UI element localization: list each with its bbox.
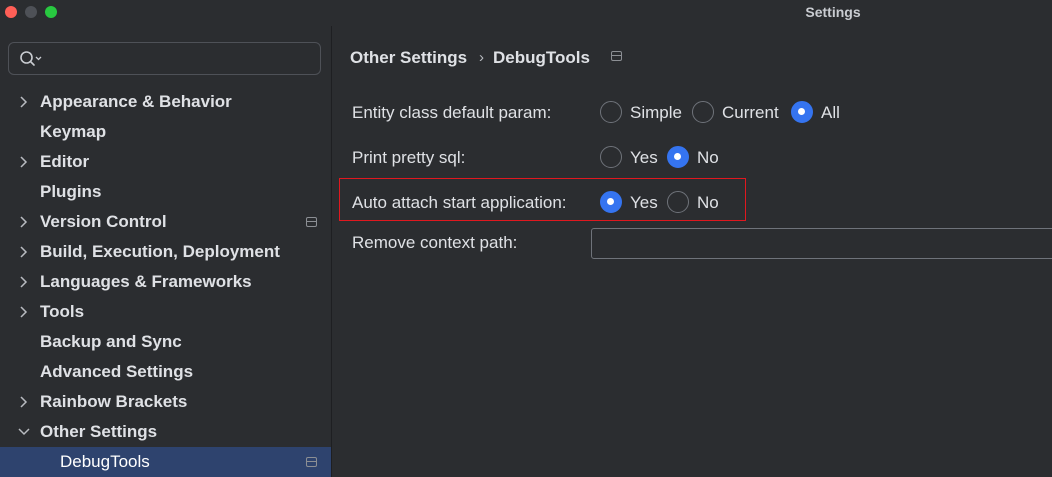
breadcrumb-current: DebugTools [493,48,590,67]
settings-sidebar: Appearance & Behavior Keymap Editor Plugins… [0,26,331,477]
sidebar-item-label: Editor [40,152,90,171]
entity-param-simple-radio[interactable] [600,101,622,123]
print-sql-no-radio[interactable] [667,146,689,168]
entity-param-simple-label[interactable]: Simple [630,103,682,123]
sidebar-item-plugins[interactable]: Plugins [0,177,331,207]
sidebar-item-label: Version Control [40,212,167,231]
chevron-right-icon[interactable] [17,155,31,169]
chevron-right-icon[interactable] [17,95,31,109]
sidebar-item-other-settings[interactable]: Other Settings [0,417,331,447]
sidebar-item-label: Advanced Settings [40,362,194,381]
entity-param-current-radio[interactable] [692,101,714,123]
sidebar-item-languages-frameworks[interactable]: Languages & Frameworks [0,267,331,297]
breadcrumb-parent[interactable]: Other Settings [350,48,467,68]
search-icon [20,51,42,66]
auto-attach-no-radio[interactable] [667,191,689,213]
chevron-right-icon[interactable] [17,275,31,289]
sidebar-item-appearance-behavior[interactable]: Appearance & Behavior [0,87,331,117]
pin-window-icon[interactable] [611,51,622,61]
sidebar-item-backup-and-sync[interactable]: Backup and Sync [0,327,331,357]
entity-param-current-label[interactable]: Current [722,103,779,123]
sidebar-item-keymap[interactable]: Keymap [0,117,331,147]
search-input[interactable] [8,42,321,75]
entity-param-row: Entity class default param: Simple Curre… [332,98,1052,128]
sidebar-item-build-execution-deployment[interactable]: Build, Execution, Deployment [0,237,331,267]
context-path-label: Remove context path: [352,233,518,252]
close-window-button[interactable] [5,6,17,18]
auto-attach-no-label[interactable]: No [697,193,719,213]
sidebar-item-advanced-settings[interactable]: Advanced Settings [0,357,331,387]
chevron-down-icon[interactable] [17,425,31,439]
chevron-right-icon[interactable] [17,215,31,229]
entity-param-all-label[interactable]: All [821,103,840,123]
sidebar-item-label: Keymap [40,122,107,141]
chevron-right-icon[interactable] [17,245,31,259]
context-path-input[interactable] [591,228,1052,259]
pin-window-icon [306,217,317,227]
sidebar-item-label: Tools [40,302,85,321]
auto-attach-yes-label[interactable]: Yes [630,193,658,213]
chevron-right-icon[interactable] [17,395,31,409]
sidebar-item-label: Build, Execution, Deployment [40,242,280,261]
print-sql-yes-radio[interactable] [600,146,622,168]
sidebar-item-label: Languages & Frameworks [40,272,252,291]
auto-attach-label: Auto attach start application: [352,193,567,212]
sidebar-item-label: DebugTools [60,452,150,471]
sidebar-item-label: Backup and Sync [40,332,182,351]
pin-window-icon [306,457,317,467]
entity-param-all-radio[interactable] [791,101,813,123]
print-sql-label: Print pretty sql: [352,148,466,167]
sidebar-item-label: Other Settings [40,422,158,441]
auto-attach-row: Auto attach start application: Yes No [332,188,1052,218]
sidebar-item-debugtools[interactable]: DebugTools [0,447,331,477]
sidebar-item-label: Rainbow Brackets [40,392,188,411]
print-sql-yes-label[interactable]: Yes [630,148,658,168]
sidebar-item-version-control[interactable]: Version Control [0,207,331,237]
print-sql-row: Print pretty sql: Yes No [332,143,1052,173]
sidebar-item-rainbow-brackets[interactable]: Rainbow Brackets [0,387,331,417]
print-sql-no-label[interactable]: No [697,148,719,168]
breadcrumb-separator: › [479,49,484,66]
title-bar: Settings [0,0,1052,26]
chevron-right-icon[interactable] [17,305,31,319]
sidebar-item-tools[interactable]: Tools [0,297,331,327]
window-title: Settings [805,4,861,20]
sidebar-item-editor[interactable]: Editor [0,147,331,177]
sidebar-item-label: Appearance & Behavior [40,92,232,111]
entity-param-label: Entity class default param: [352,103,552,122]
sidebar-item-label: Plugins [40,182,102,201]
maximize-window-button[interactable] [45,6,57,18]
minimize-window-button[interactable] [25,6,37,18]
settings-content: Other Settings › DebugTools Entity class… [332,26,1052,477]
auto-attach-yes-radio[interactable] [600,191,622,213]
